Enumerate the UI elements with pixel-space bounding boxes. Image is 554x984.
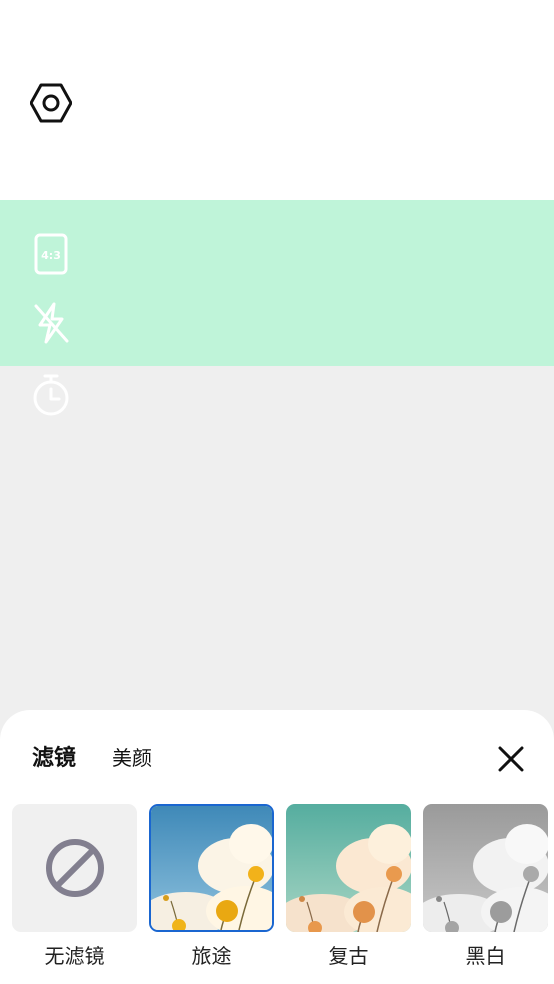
filter-label: 无滤镜 — [44, 944, 105, 968]
top-bar — [0, 0, 554, 200]
close-button[interactable] — [496, 744, 526, 774]
camera-options-band — [0, 200, 554, 366]
settings-button[interactable] — [28, 80, 74, 126]
camera-screen: 4:3 滤镜 美颜 无滤镜 旅途 复古 黑白 — [0, 0, 554, 984]
filter-label: 黑白 — [465, 944, 506, 968]
filter-item-vintage[interactable]: 复古 — [286, 804, 411, 969]
flash-button[interactable] — [28, 300, 74, 346]
tab-beauty[interactable]: 美颜 — [112, 742, 152, 771]
filter-thumb-none — [12, 804, 137, 932]
aspect-ratio-button[interactable]: 4:3 — [28, 231, 74, 277]
timer-button[interactable] — [28, 372, 74, 418]
flower-sky-image — [151, 806, 272, 930]
filter-item-journey[interactable]: 旅途 — [149, 804, 274, 969]
no-filter-icon — [45, 839, 104, 897]
tab-filter[interactable]: 滤镜 — [32, 740, 76, 772]
close-icon — [498, 746, 524, 772]
flower-sky-image — [423, 804, 548, 932]
aspect-ratio-label: 4:3 — [41, 249, 61, 262]
filter-sheet: 滤镜 美颜 无滤镜 旅途 复古 黑白 — [0, 710, 554, 984]
aspect-ratio-icon: 4:3 — [34, 233, 68, 275]
flower-sky-image — [286, 804, 411, 932]
timer-icon — [33, 374, 69, 416]
filter-item-bw[interactable]: 黑白 — [423, 804, 548, 969]
filter-thumb-bw — [423, 804, 548, 932]
flash-off-icon — [34, 302, 69, 344]
filter-thumb-vintage — [286, 804, 411, 932]
filter-thumb-journey — [149, 804, 274, 932]
filter-item-none[interactable]: 无滤镜 — [12, 804, 137, 969]
settings-icon — [30, 83, 72, 123]
filter-label: 旅途 — [191, 944, 232, 968]
filter-label: 复古 — [328, 944, 369, 968]
filter-list: 无滤镜 旅途 复古 黑白 — [12, 804, 554, 984]
